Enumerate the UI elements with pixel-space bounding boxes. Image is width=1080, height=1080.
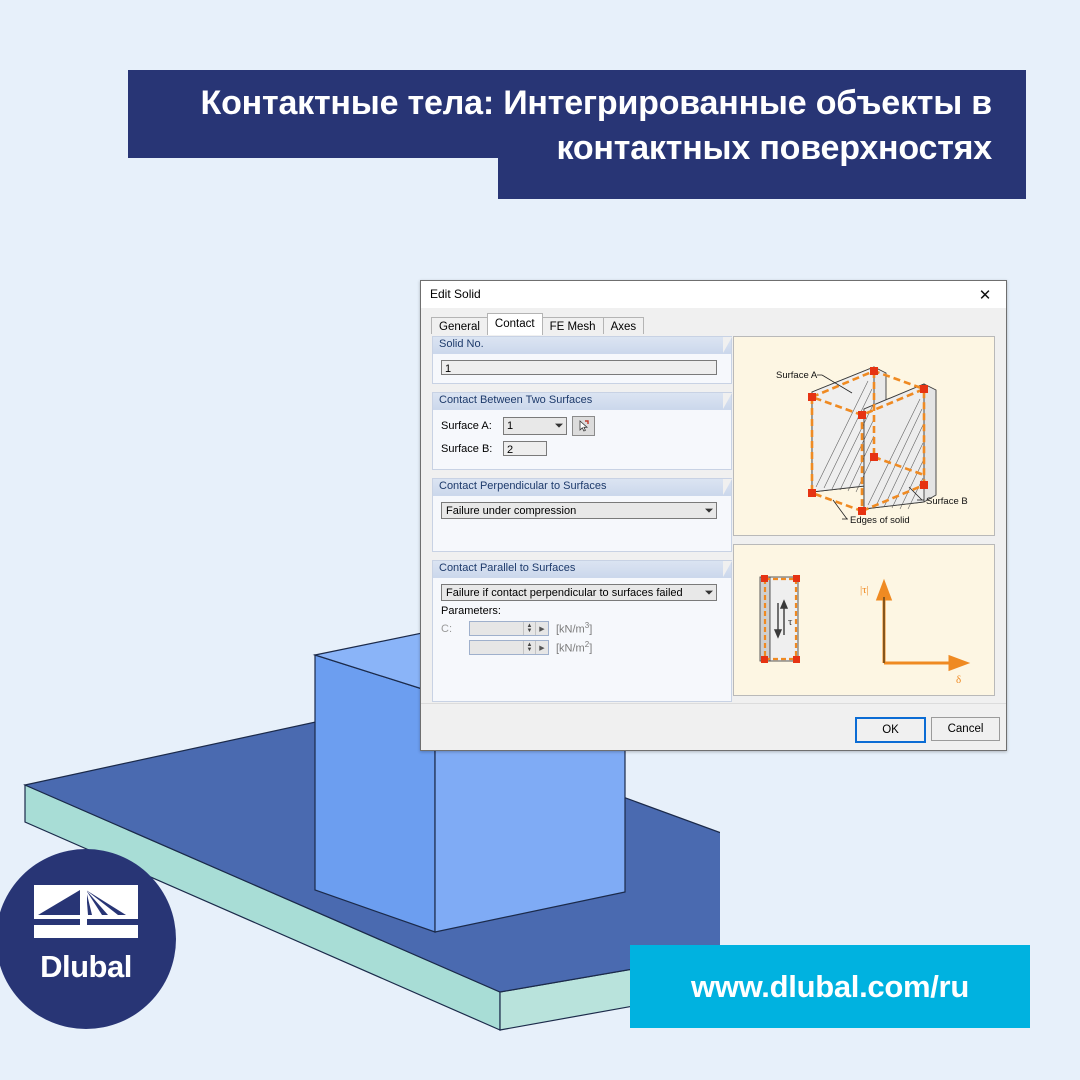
spinner-more-icon[interactable]: ▶ — [535, 641, 548, 654]
diagram-label-tau-element: τ — [788, 616, 793, 628]
chevron-down-icon — [705, 590, 713, 595]
dialog-title: Edit Solid — [430, 287, 481, 301]
edit-solid-dialog: Edit Solid ✕ General Contact FE Mesh Axes S… — [420, 280, 1007, 751]
shear-behavior-diagram-svg: τ |τ| δ — [759, 575, 971, 686]
solid-no-group: Solid No. 1 — [432, 336, 732, 384]
shear-behavior-diagram: τ |τ| δ — [733, 544, 995, 696]
surface-a-label: Surface A: — [441, 420, 492, 432]
dialog-left-column: Solid No. 1 Contact Between Two Surfaces… — [432, 336, 732, 710]
surface-b-label: Surface B: — [441, 442, 493, 455]
diagram-label-x-axis: δ — [956, 674, 961, 686]
surface-b-row: Surface B: 2 — [441, 441, 723, 456]
title-banner-lower — [498, 158, 1026, 199]
contact-perpendicular-value: Failure under compression — [446, 504, 577, 517]
diagram-label-edges-of-solid: Edges of solid — [850, 515, 910, 526]
close-icon[interactable]: ✕ — [964, 281, 1006, 308]
param-2-unit: [kN/m2] — [556, 640, 593, 655]
dlubal-bridge-mark-icon — [34, 885, 138, 938]
surface-b-input[interactable]: 2 — [503, 441, 547, 456]
spinner-updown-icon[interactable]: ▲ ▼ — [523, 641, 535, 654]
surface-a-value: 1 — [507, 420, 514, 432]
chevron-down-icon — [555, 423, 563, 428]
title-banner-upper — [128, 70, 1026, 158]
dlubal-logo: Dlubal — [0, 849, 176, 1029]
cancel-button[interactable]: Cancel — [931, 717, 1000, 741]
spinner-more-icon[interactable]: ▶ — [535, 622, 548, 635]
contact-between-group-label: Contact Between Two Surfaces — [433, 393, 732, 410]
solid-no-group-label: Solid No. — [433, 337, 732, 354]
param-row-c: C: ▲ ▼ ▶ [kN/m3] — [441, 621, 723, 636]
contact-between-surfaces-group: Contact Between Two Surfaces Surface A: … — [432, 392, 732, 470]
surface-a-row: Surface A: 1 — [441, 416, 723, 436]
diagram-label-y-axis: |τ| — [860, 584, 869, 596]
param-2-stepper[interactable]: ▲ ▼ ▶ — [469, 640, 549, 655]
contact-parallel-group: Contact Parallel to Surfaces Failure if … — [432, 560, 732, 702]
surface-a-select[interactable]: 1 — [503, 417, 567, 435]
param-c-label: C: — [441, 622, 452, 635]
url-banner[interactable]: www.dlubal.com/ru — [630, 945, 1030, 1028]
tab-contact[interactable]: Contact — [486, 313, 543, 335]
diagram-label-surface-a: Surface A — [776, 370, 818, 381]
dialog-footer: OK Cancel — [421, 703, 1006, 750]
dlubal-brand-text: Dlubal — [40, 949, 132, 984]
solid-no-input[interactable]: 1 — [441, 360, 717, 375]
ok-button[interactable]: OK — [855, 717, 926, 743]
pick-cursor-icon[interactable] — [572, 416, 595, 436]
contact-parallel-value: Failure if contact perpendicular to surf… — [446, 586, 683, 599]
param-row-2: ▲ ▼ ▶ [kN/m2] — [441, 640, 723, 655]
parameters-label: Parameters: — [441, 605, 501, 617]
pick-cursor-glyph — [579, 419, 589, 432]
contact-surfaces-diagram-svg: Surface A Surface B Edges of solid — [776, 366, 968, 526]
param-c-unit: [kN/m3] — [556, 621, 593, 636]
contact-perpendicular-select[interactable]: Failure under compression — [441, 502, 717, 519]
contact-parallel-select[interactable]: Failure if contact perpendicular to surf… — [441, 584, 717, 601]
contact-parallel-group-label: Contact Parallel to Surfaces — [433, 561, 732, 578]
contact-surfaces-diagram: Surface A Surface B Edges of solid — [733, 336, 995, 536]
spinner-updown-icon[interactable]: ▲ ▼ — [523, 622, 535, 635]
contact-perpendicular-group: Contact Perpendicular to Surfaces Failur… — [432, 478, 732, 552]
dialog-titlebar[interactable]: Edit Solid ✕ — [421, 281, 1006, 309]
chevron-down-icon — [705, 508, 713, 513]
box-left-face — [314, 654, 436, 933]
dialog-right-column: Surface A Surface B Edges of solid τ |τ|… — [733, 336, 995, 696]
dialog-tabstrip: General Contact FE Mesh Axes — [431, 313, 1006, 337]
diagram-label-surface-b: Surface B — [926, 496, 968, 507]
contact-perpendicular-group-label: Contact Perpendicular to Surfaces — [433, 479, 732, 496]
param-c-stepper[interactable]: ▲ ▼ ▶ — [469, 621, 549, 636]
url-text: www.dlubal.com/ru — [691, 968, 969, 1004]
dialog-body: Solid No. 1 Contact Between Two Surfaces… — [421, 334, 1006, 704]
